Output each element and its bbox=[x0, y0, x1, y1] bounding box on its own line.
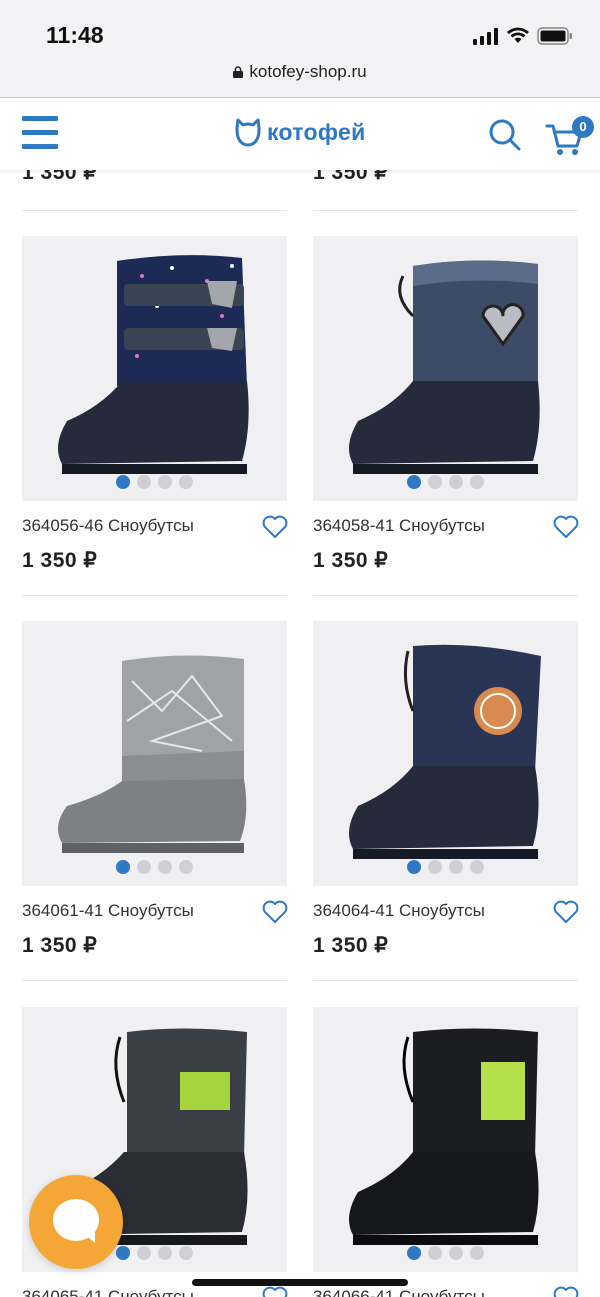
product-card[interactable]: 364056-46 Сноубутсы 1 350 ₽ bbox=[22, 236, 288, 596]
wifi-icon bbox=[507, 27, 529, 43]
carousel-dot[interactable] bbox=[428, 475, 442, 489]
product-title[interactable]: 364066-41 Сноубутсы bbox=[313, 1287, 485, 1297]
heart-outline-icon[interactable] bbox=[262, 1286, 288, 1297]
product-title[interactable]: 364056-46 Сноубутсы bbox=[22, 516, 194, 536]
carousel-dot[interactable] bbox=[470, 1246, 484, 1260]
carousel-dot[interactable] bbox=[137, 860, 151, 874]
clock: 11:48 bbox=[46, 22, 104, 48]
carousel-dot[interactable] bbox=[449, 860, 463, 874]
url-text: kotofey-shop.ru bbox=[249, 62, 367, 81]
row-divider bbox=[313, 980, 578, 981]
heart-outline-icon[interactable] bbox=[262, 900, 288, 924]
carousel-dot[interactable] bbox=[116, 475, 130, 489]
carousel-dot[interactable] bbox=[179, 860, 193, 874]
row-divider bbox=[313, 210, 578, 211]
product-price: 1 350 ₽ bbox=[22, 934, 98, 957]
product-card[interactable]: 364066-41 Сноубутсы bbox=[313, 1007, 579, 1297]
carousel-dot[interactable] bbox=[116, 860, 130, 874]
heart-outline-icon[interactable] bbox=[553, 515, 579, 539]
product-title[interactable]: 364064-41 Сноубутсы bbox=[313, 901, 485, 921]
logo-text: котофей bbox=[267, 118, 366, 145]
product-card[interactable]: 364058-41 Сноубутсы 1 350 ₽ bbox=[313, 236, 579, 596]
carousel-dot[interactable] bbox=[407, 475, 421, 489]
boot-image bbox=[58, 255, 249, 474]
browser-status-bar: 11:48 kotofey-shop.ru bbox=[0, 0, 600, 98]
image-carousel-dots[interactable] bbox=[313, 475, 578, 489]
carousel-dot[interactable] bbox=[470, 860, 484, 874]
chat-bubble-tail bbox=[81, 1231, 95, 1243]
search-icon[interactable] bbox=[488, 118, 522, 152]
carousel-dot[interactable] bbox=[158, 475, 172, 489]
carousel-dot[interactable] bbox=[158, 860, 172, 874]
boot-image bbox=[349, 644, 541, 859]
heart-outline-icon[interactable] bbox=[553, 900, 579, 924]
carousel-dot[interactable] bbox=[116, 1246, 130, 1260]
site-logo[interactable]: котофей bbox=[235, 116, 366, 148]
site-header: котофей 0 bbox=[0, 98, 600, 170]
product-image[interactable] bbox=[313, 1007, 578, 1272]
carousel-dot[interactable] bbox=[428, 1246, 442, 1260]
row-divider bbox=[22, 595, 287, 596]
row-divider bbox=[313, 595, 578, 596]
product-card[interactable]: 364064-41 Сноубутсы 1 350 ₽ bbox=[313, 621, 579, 981]
product-image[interactable] bbox=[22, 621, 287, 886]
image-carousel-dots[interactable] bbox=[22, 860, 287, 874]
product-image[interactable] bbox=[22, 236, 287, 501]
address-bar[interactable]: kotofey-shop.ru bbox=[0, 62, 600, 82]
cart-count-badge: 0 bbox=[572, 116, 594, 138]
home-indicator[interactable] bbox=[192, 1279, 408, 1286]
carousel-dot[interactable] bbox=[179, 1246, 193, 1260]
row-divider bbox=[22, 210, 287, 211]
chat-button[interactable] bbox=[29, 1175, 123, 1269]
product-title[interactable]: 364065-41 Сноубутсы bbox=[22, 1287, 194, 1297]
image-carousel-dots[interactable] bbox=[313, 1246, 578, 1260]
battery-icon bbox=[537, 27, 572, 45]
boot-image bbox=[349, 260, 540, 474]
carousel-dot[interactable] bbox=[137, 1246, 151, 1260]
cart-button[interactable]: 0 bbox=[545, 116, 594, 155]
row-divider bbox=[22, 980, 287, 981]
boot-image bbox=[349, 1028, 539, 1245]
cellular-signal-icon bbox=[473, 27, 498, 45]
product-price: 1 350 ₽ bbox=[22, 549, 98, 572]
carousel-dot[interactable] bbox=[428, 860, 442, 874]
cat-logo-icon bbox=[235, 118, 261, 147]
product-price: 1 350 ₽ bbox=[313, 934, 389, 957]
heart-outline-icon[interactable] bbox=[553, 1286, 579, 1297]
product-title[interactable]: 364058-41 Сноубутсы bbox=[313, 516, 485, 536]
heart-outline-icon[interactable] bbox=[262, 515, 288, 539]
carousel-dot[interactable] bbox=[407, 1246, 421, 1260]
product-image[interactable] bbox=[313, 621, 578, 886]
product-price: 1 350 ₽ bbox=[313, 549, 389, 572]
carousel-dot[interactable] bbox=[449, 475, 463, 489]
product-card[interactable]: 364061-41 Сноубутсы 1 350 ₽ bbox=[22, 621, 288, 981]
carousel-dot[interactable] bbox=[407, 860, 421, 874]
carousel-dot[interactable] bbox=[449, 1246, 463, 1260]
hamburger-icon[interactable] bbox=[22, 116, 58, 150]
image-carousel-dots[interactable] bbox=[22, 475, 287, 489]
carousel-dot[interactable] bbox=[179, 475, 193, 489]
boot-image bbox=[58, 655, 247, 853]
lock-icon bbox=[233, 66, 244, 78]
carousel-dot[interactable] bbox=[137, 475, 151, 489]
carousel-dot[interactable] bbox=[470, 475, 484, 489]
carousel-dot[interactable] bbox=[158, 1246, 172, 1260]
product-image[interactable] bbox=[313, 236, 578, 501]
image-carousel-dots[interactable] bbox=[313, 860, 578, 874]
product-title[interactable]: 364061-41 Сноубутсы bbox=[22, 901, 194, 921]
